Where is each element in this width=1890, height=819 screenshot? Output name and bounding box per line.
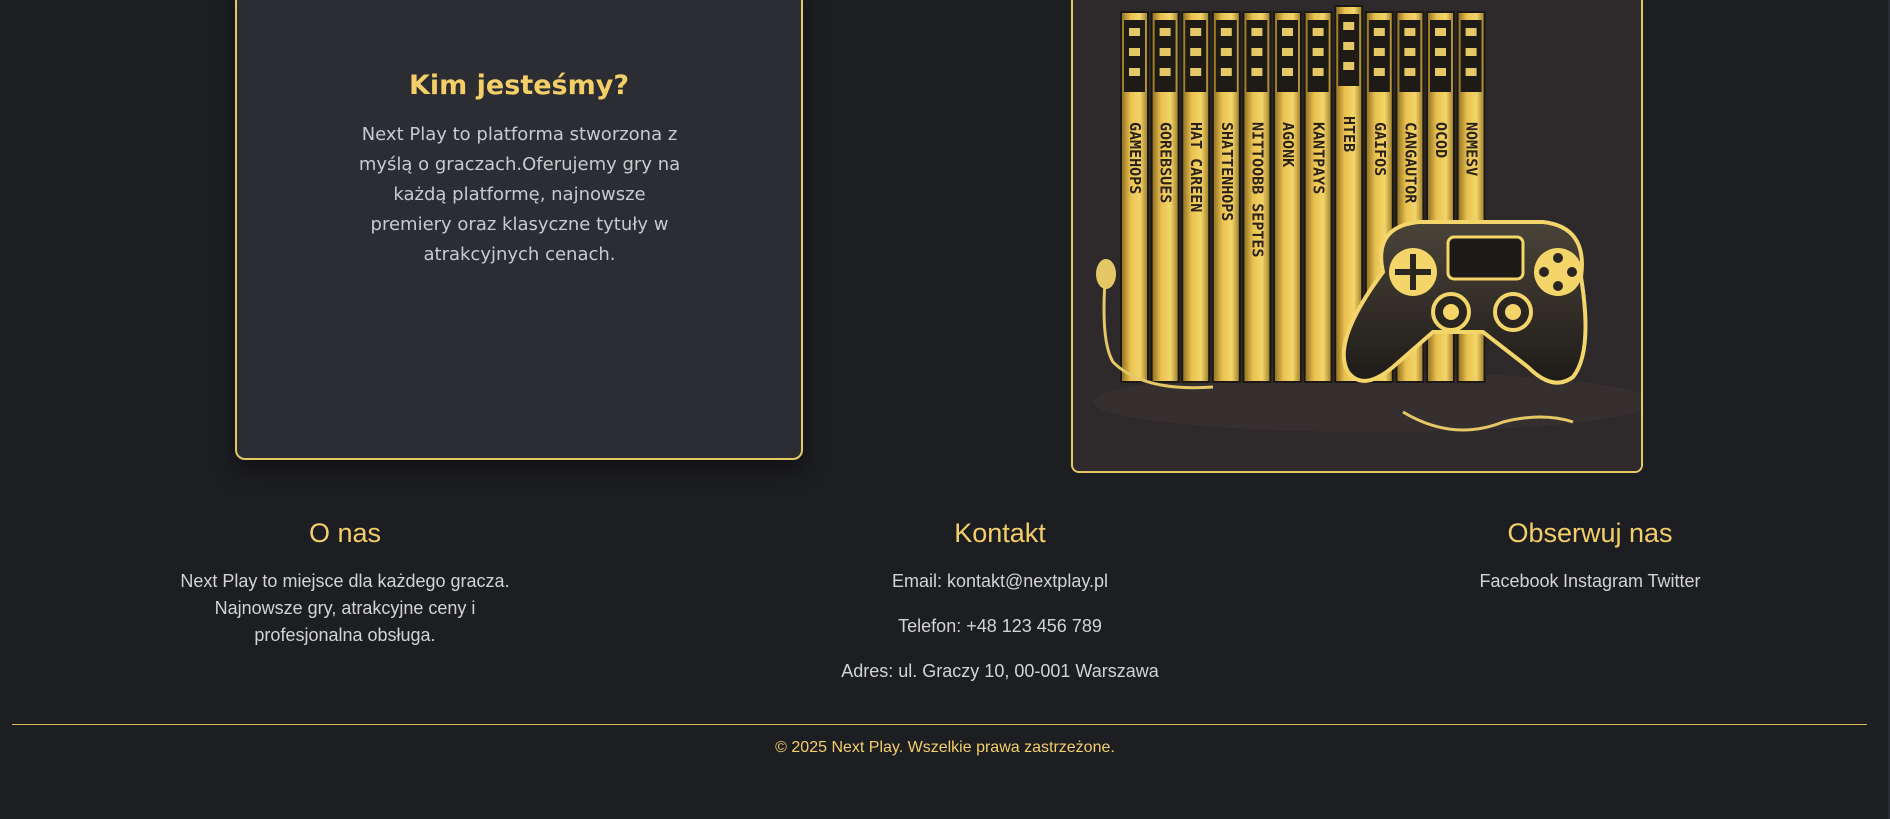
svg-text:SHATTENHOPS: SHATTENHOPS <box>1218 122 1236 221</box>
svg-text:HAT CAREEN: HAT CAREEN <box>1187 122 1205 212</box>
contact-phone: Telefon: +48 123 456 789 <box>898 616 1102 636</box>
about-title: Kim jesteśmy? <box>408 70 630 101</box>
social-links: Facebook Instagram Twitter <box>1430 568 1750 595</box>
about-card: Kim jesteśmy? Next Play to platforma stw… <box>235 0 803 460</box>
footer-about-text: Next Play to miejsce dla każdego gracza.… <box>180 571 510 645</box>
game-library-image: GAMEHOPS GOREBSUES HAT CAREEN SHATTENHOPS NI… <box>1071 0 1643 473</box>
footer-social-column: Obserwuj nas Facebook Instagram Twitter <box>1430 516 1750 595</box>
svg-text:OCOD: OCOD <box>1432 122 1450 158</box>
svg-text:NITTOOBB SEPTES: NITTOOBB SEPTES <box>1248 122 1266 257</box>
game-box-spine: GAMEHOPS <box>1120 11 1149 383</box>
svg-text:GOREBSUES: GOREBSUES <box>1157 122 1175 203</box>
game-box-spine: SHATTENHOPS <box>1211 11 1241 383</box>
copyright-text: © 2025 Next Play. Wszelkie prawa zastrze… <box>775 739 1115 756</box>
footer-about-column: O nas Next Play to miejsce dla każdego g… <box>165 516 525 649</box>
contact-email: Email: kontakt@nextplay.pl <box>891 571 1109 591</box>
page: Kim jesteśmy? Next Play to platforma stw… <box>0 0 1890 819</box>
svg-text:AGONK: AGONK <box>1279 122 1297 167</box>
facebook-link[interactable]: Facebook <box>1479 571 1558 591</box>
svg-text:HTEB: HTEB <box>1340 116 1358 152</box>
svg-text:NOMESV: NOMESV <box>1463 122 1481 176</box>
svg-text:GAIFOS: GAIFOS <box>1371 122 1389 176</box>
game-box-spine: NITTOOBB SEPTES <box>1242 11 1272 383</box>
svg-text:CANGAUTOR: CANGAUTOR <box>1401 122 1419 204</box>
footer-contact-column: Kontakt Email: kontakt@nextplay.pl Telef… <box>795 516 1205 703</box>
game-library-illustration-icon: GAMEHOPS GOREBSUES HAT CAREEN SHATTENHOPS NI… <box>1073 0 1641 471</box>
twitter-link[interactable]: Twitter <box>1648 571 1701 591</box>
game-box-spine: AGONK <box>1273 11 1302 383</box>
game-box-spine: GOREBSUES <box>1150 11 1180 383</box>
instagram-link[interactable]: Instagram <box>1563 571 1643 591</box>
footer-contact-title: Kontakt <box>954 518 1046 548</box>
game-box-spine: HAT CAREEN <box>1181 11 1211 383</box>
footer-social-title: Obserwuj nas <box>1507 518 1673 548</box>
footer-divider <box>12 724 1867 725</box>
contact-address: Adres: ul. Graczy 10, 00-001 Warszawa <box>841 661 1159 681</box>
svg-text:GAMEHOPS: GAMEHOPS <box>1126 122 1144 194</box>
svg-text:KANTPAYS: KANTPAYS <box>1310 122 1328 194</box>
footer-about-title: O nas <box>308 518 382 548</box>
game-box-spine: KANTPAYS <box>1303 11 1333 383</box>
about-text: Next Play to platforma stworzona z myślą… <box>358 124 681 265</box>
